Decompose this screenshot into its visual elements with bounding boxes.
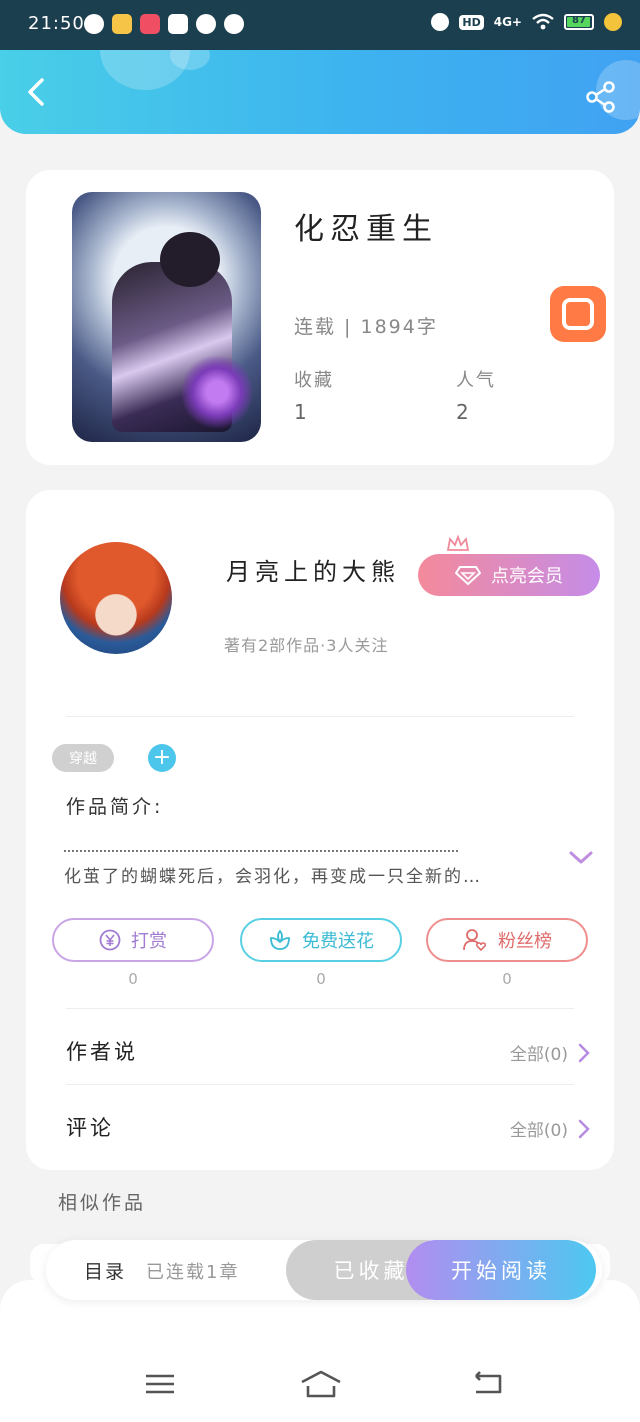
compass-icon — [196, 14, 216, 34]
battery-level: 87 — [572, 15, 586, 26]
back-nav-icon[interactable] — [470, 1368, 506, 1400]
home-icon[interactable] — [300, 1368, 342, 1400]
reading-action-bar: 目录 已连载1章 已收藏 开始阅读 — [46, 1240, 602, 1300]
status-bar: 21:50 HD 4G+ 87 — [0, 0, 640, 50]
tip-count: 0 — [128, 970, 138, 988]
intro-label: 作品简介: — [66, 796, 164, 818]
network-indicator: 4G+ — [493, 15, 522, 29]
tip-button[interactable]: 打赏 — [52, 918, 214, 962]
flower-icon — [270, 929, 290, 950]
share-button[interactable] — [584, 80, 618, 114]
chapter-count: 已连载1章 — [146, 1262, 240, 1283]
stat-value-popularity: 2 — [456, 400, 469, 424]
author-card: 月亮上的大熊 著有2部作品·3人关注 点亮会员 穿越 + 作品简介: 化茧了的蝴… — [26, 490, 614, 1170]
author-avatar[interactable] — [60, 542, 172, 654]
wechat-icon — [84, 14, 104, 34]
book-cover[interactable] — [72, 192, 261, 442]
table-of-contents-link[interactable]: 目录 — [84, 1257, 126, 1284]
chevron-right-icon — [578, 1043, 590, 1062]
author-notes-all-link[interactable]: 全部(0) — [510, 1040, 590, 1065]
alarm-icon — [431, 13, 450, 31]
wifi-icon — [532, 13, 554, 30]
divider — [66, 1084, 574, 1085]
cover-figure-head — [160, 232, 220, 287]
comments-title: 评论 — [66, 1116, 114, 1140]
fan-ranking-button[interactable]: 粉丝榜 — [426, 918, 588, 962]
book-status-wordcount: 连载 | 1894字 — [294, 316, 438, 338]
send-flower-button[interactable]: 免费送花 — [240, 918, 402, 962]
divider — [66, 1008, 574, 1009]
diamond-icon — [455, 566, 481, 585]
author-name[interactable]: 月亮上的大熊 — [226, 552, 400, 587]
system-icons: HD 4G+ 87 — [431, 13, 622, 31]
vip-button-label: 点亮会员 — [491, 566, 563, 587]
vip-button[interactable]: 点亮会员 — [418, 554, 600, 596]
back-button[interactable] — [20, 74, 56, 110]
battery-icon: 87 — [564, 14, 594, 30]
yen-icon — [99, 929, 121, 951]
app-notification-icon — [112, 14, 132, 34]
start-reading-button[interactable]: 开始阅读 — [406, 1240, 596, 1300]
stat-value-collections: 1 — [294, 400, 307, 424]
book-title: 化忍重生 — [294, 212, 438, 247]
author-notes-all-label: 全部(0) — [509, 1045, 568, 1065]
comments-all-link[interactable]: 全部(0) — [510, 1116, 590, 1141]
author-notes-title: 作者说 — [66, 1040, 138, 1064]
top-header — [0, 50, 640, 134]
book-info-card: 化忍重生 连载 | 1894字 收藏 1 人气 2 — [26, 170, 614, 465]
cover-flowers — [182, 352, 252, 432]
genre-tag[interactable]: 穿越 — [52, 744, 114, 772]
author-stats: 著有2部作品·3人关注 — [224, 636, 389, 655]
fan-count: 0 — [502, 970, 512, 988]
menu-icon[interactable] — [142, 1368, 178, 1400]
charging-icon — [604, 13, 622, 31]
similar-works-title: 相似作品 — [58, 1192, 147, 1214]
stat-label-popularity: 人气 — [456, 370, 496, 391]
chevron-down-icon[interactable] — [568, 848, 594, 868]
chevron-right-icon — [578, 1119, 590, 1138]
kuaishou-notification-icon — [140, 14, 160, 34]
add-tag-button[interactable]: + — [148, 744, 176, 772]
fan-user-icon — [463, 929, 487, 952]
tip-label: 打赏 — [131, 931, 167, 952]
intro-text: 化茧了的蝴蝶死后，会羽化，再变成一只全新的… — [64, 867, 482, 887]
flower-count: 0 — [316, 970, 326, 988]
video-notification-icon — [168, 14, 188, 34]
fan-ranking-label: 粉丝榜 — [498, 931, 552, 952]
divider — [66, 716, 574, 717]
stat-label-collections: 收藏 — [294, 370, 334, 391]
status-time: 21:50 — [28, 13, 85, 34]
system-nav-bar — [0, 1350, 640, 1422]
dotted-divider — [64, 850, 458, 852]
kuaishou-icon[interactable] — [550, 286, 606, 342]
crown-icon — [446, 534, 470, 551]
comments-all-label: 全部(0) — [509, 1121, 568, 1141]
pinwheel-icon — [224, 14, 244, 34]
send-flower-label: 免费送花 — [302, 931, 374, 952]
hd-indicator: HD — [459, 14, 484, 30]
notification-icons — [84, 14, 244, 34]
